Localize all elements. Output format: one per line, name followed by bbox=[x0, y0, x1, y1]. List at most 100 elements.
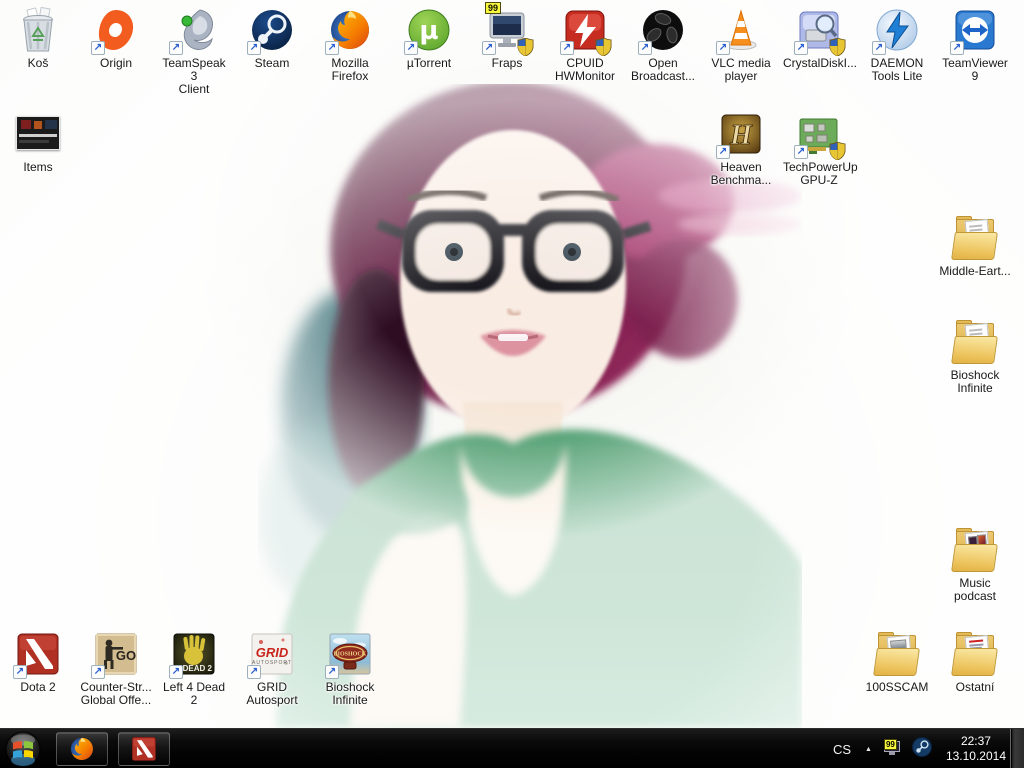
desktop-icon-dota-2[interactable]: ↗ Dota 2 bbox=[2, 630, 74, 694]
shortcut-arrow-icon: ↗ bbox=[872, 41, 886, 55]
icon-label: Middle-Eart... bbox=[939, 264, 1011, 278]
desktop-icon-heaven-benchmark[interactable]: H ↗ Heaven Benchma... bbox=[705, 110, 777, 187]
desktop[interactable]: Koš ↗ Origin ↗ TeamSpeak 3 Client ↗ Steam ↗ M… bbox=[0, 0, 1024, 728]
desktop-icon-csgo[interactable]: GO ↗ Counter-Str... Global Offe... bbox=[80, 630, 152, 707]
icon-label: TeamSpeak 3 Client bbox=[162, 56, 226, 96]
shortcut-arrow-icon: ↗ bbox=[482, 41, 496, 55]
fraps-tray-badge: 99 bbox=[883, 739, 897, 750]
icon-label: GRID Autosport bbox=[246, 680, 298, 707]
icon-label: Ostatní bbox=[955, 680, 995, 694]
icon-label: Heaven Benchma... bbox=[710, 160, 772, 187]
desktop-icon-bioshock-folder[interactable]: Bioshock Infinite bbox=[939, 318, 1011, 395]
steam-tray-icon[interactable] bbox=[911, 736, 932, 762]
desktop-icon-teamspeak[interactable]: ↗ TeamSpeak 3 Client bbox=[158, 6, 230, 96]
desktop-icon-open-broadcaster[interactable]: ↗ Open Broadcast... bbox=[627, 6, 699, 83]
desktop-icon-recycle-bin[interactable]: Koš bbox=[2, 6, 74, 70]
desktop-icon-fraps[interactable]: ↗ 99 Fraps bbox=[471, 2, 543, 70]
shortcut-arrow-icon: ↗ bbox=[404, 41, 418, 55]
desktop-icon-firefox[interactable]: ↗ Mozilla Firefox bbox=[314, 6, 386, 83]
desktop-icon-vlc[interactable]: ↗ VLC media player bbox=[705, 6, 777, 83]
clock-date: 13.10.2014 bbox=[945, 749, 1006, 763]
fraps-fps-badge: 99 bbox=[485, 2, 502, 14]
shortcut-arrow-icon: ↗ bbox=[560, 41, 574, 55]
icon-label: Bioshock Infinite bbox=[950, 368, 1000, 395]
desktop-icon-items[interactable]: Items bbox=[2, 110, 74, 174]
icon-label: Open Broadcast... bbox=[630, 56, 696, 83]
desktop-icon-origin[interactable]: ↗ Origin bbox=[80, 6, 152, 70]
folder-icon bbox=[873, 630, 921, 678]
shortcut-arrow-icon: ↗ bbox=[247, 41, 261, 55]
icon-label: Steam bbox=[254, 56, 290, 70]
desktop-icon-bioshock-infinite[interactable]: BIOSHOCK ↗ Bioshock Infinite bbox=[314, 630, 386, 707]
icon-label: Items bbox=[23, 160, 53, 174]
desktop-icon-crystaldiskinfo[interactable]: ↗ CrystalDiskI... bbox=[783, 6, 858, 70]
shortcut-arrow-icon: ↗ bbox=[794, 41, 808, 55]
shortcut-arrow-icon: ↗ bbox=[13, 665, 27, 679]
shortcut-arrow-icon: ↗ bbox=[169, 41, 183, 55]
desktop-icon-100sscam-folder[interactable]: 100SSCAM bbox=[861, 630, 933, 694]
icon-label: TeamViewer 9 bbox=[942, 56, 1008, 83]
icon-label: Koš bbox=[27, 56, 49, 70]
icon-label: VLC media player bbox=[711, 56, 771, 83]
shortcut-arrow-icon: ↗ bbox=[794, 145, 808, 159]
shortcut-arrow-icon: ↗ bbox=[247, 665, 261, 679]
desktop-icon-ostatni-folder[interactable]: Ostatní bbox=[939, 630, 1011, 694]
icon-label: 100SSCAM bbox=[865, 680, 929, 694]
shortcut-arrow-icon: ↗ bbox=[325, 41, 339, 55]
desktop-icon-gpu-z[interactable]: ↗ TechPowerUp GPU-Z bbox=[783, 110, 858, 187]
desktop-icon-left-4-dead-2[interactable]: 4 DEAD 2 ↗ Left 4 Dead 2 bbox=[158, 630, 230, 707]
icon-label: Dota 2 bbox=[20, 680, 56, 694]
clock-time: 22:37 bbox=[960, 734, 991, 748]
shortcut-arrow-icon: ↗ bbox=[950, 41, 964, 55]
dota2-taskbar-button[interactable] bbox=[118, 732, 170, 766]
screen: Koš ↗ Origin ↗ TeamSpeak 3 Client ↗ Steam ↗ M… bbox=[0, 0, 1024, 768]
svg-text:µ: µ bbox=[419, 16, 438, 46]
folder-icon bbox=[951, 318, 999, 366]
fraps-tray-icon[interactable]: 99 bbox=[883, 739, 902, 757]
folder-icon bbox=[951, 526, 999, 574]
uac-shield-icon bbox=[595, 38, 612, 56]
icon-label: Mozilla Firefox bbox=[331, 56, 369, 83]
svg-text:H: H bbox=[729, 120, 753, 151]
uac-shield-icon bbox=[829, 38, 846, 56]
icon-label: CPUID HWMonitor bbox=[554, 56, 615, 83]
icon-label: DAEMON Tools Lite bbox=[870, 56, 924, 83]
svg-text:GRID: GRID bbox=[256, 645, 289, 660]
desktop-icon-teamviewer-9[interactable]: ↗ TeamViewer 9 bbox=[939, 6, 1011, 83]
desktop-icon-cpuid-hwmonitor[interactable]: ↗ CPUID HWMonitor bbox=[549, 6, 621, 83]
recycle-bin-icon bbox=[23, 6, 53, 52]
shortcut-arrow-icon: ↗ bbox=[638, 41, 652, 55]
svg-text:BIOSHOCK: BIOSHOCK bbox=[334, 652, 367, 658]
folder-icon bbox=[951, 630, 999, 678]
svg-text:GO: GO bbox=[116, 648, 136, 663]
shortcut-arrow-icon: ↗ bbox=[91, 41, 105, 55]
tray-expand-icon[interactable]: ▲ bbox=[863, 746, 874, 753]
desktop-icon-steam[interactable]: ↗ Steam bbox=[236, 6, 308, 70]
language-indicator[interactable]: CS bbox=[831, 742, 853, 757]
shortcut-arrow-icon: ↗ bbox=[91, 665, 105, 679]
icon-label: Fraps bbox=[491, 56, 523, 70]
icon-label: Counter-Str... Global Offe... bbox=[80, 680, 152, 707]
uac-shield-icon bbox=[517, 38, 534, 56]
windows-logo-icon bbox=[5, 731, 41, 767]
desktop-icon-middle-earth-folder[interactable]: Middle-Eart... bbox=[939, 214, 1011, 278]
desktop-icon-grid-autosport[interactable]: GRID AUTOSPORT ↗ GRID Autosport bbox=[236, 630, 308, 707]
shortcut-arrow-icon: ↗ bbox=[169, 665, 183, 679]
icon-label: Origin bbox=[99, 56, 132, 70]
dota-2-icon bbox=[132, 737, 156, 761]
icon-label: Music podcast bbox=[953, 576, 997, 603]
desktop-icon-daemon-tools[interactable]: ↗ DAEMON Tools Lite bbox=[861, 6, 933, 83]
icon-label: CrystalDiskI... bbox=[783, 56, 858, 70]
uac-shield-icon bbox=[829, 142, 846, 160]
icon-label: µTorrent bbox=[406, 56, 452, 70]
firefox-icon bbox=[70, 737, 93, 760]
firefox-taskbar-button[interactable] bbox=[56, 732, 108, 766]
icon-label: TechPowerUp GPU-Z bbox=[783, 160, 858, 187]
show-desktop-button[interactable] bbox=[1010, 729, 1024, 768]
start-button[interactable] bbox=[5, 731, 41, 767]
taskbar-clock[interactable]: 22:37 13.10.2014 bbox=[942, 734, 1006, 764]
screenshot-thumbnail bbox=[16, 116, 60, 150]
desktop-icon-utorrent[interactable]: µ ↗ µTorrent bbox=[393, 6, 465, 70]
desktop-icon-music-podcast-folder[interactable]: Music podcast bbox=[939, 526, 1011, 603]
folder-icon bbox=[951, 214, 999, 262]
